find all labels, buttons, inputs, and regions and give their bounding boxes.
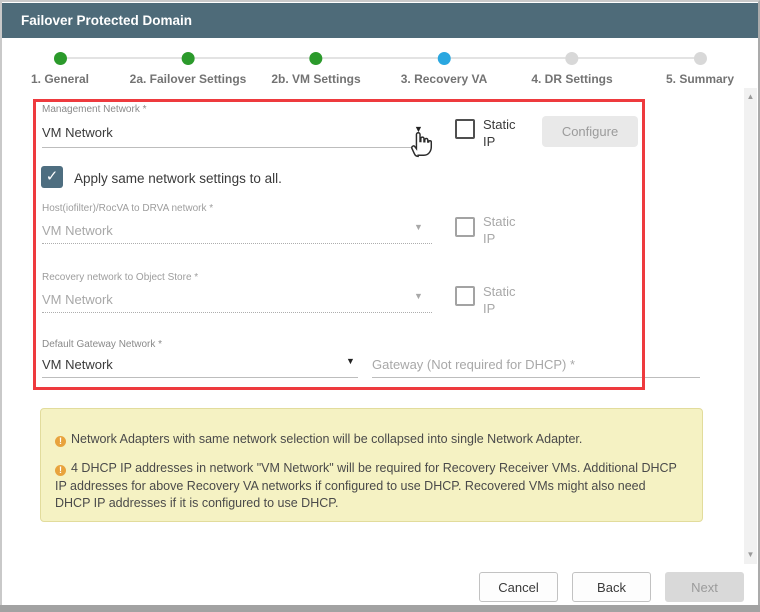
scroll-down-icon[interactable]: ▼ — [744, 548, 757, 562]
static-ip-checkbox-management[interactable] — [455, 119, 475, 139]
configure-button: Configure — [542, 116, 638, 147]
static-ip-label: Static IP — [483, 284, 516, 316]
step-dot-upcoming-icon — [565, 52, 579, 65]
step-label: 1. General — [30, 72, 90, 86]
management-network-underline — [42, 147, 432, 148]
recovery-network-select-disabled: VM Network — [42, 292, 113, 307]
gateway-network-label: Default Gateway Network * — [42, 339, 163, 350]
step-label: 5. Summary — [665, 72, 735, 86]
static-ip-checkbox-host-disabled — [455, 217, 475, 237]
failover-dialog: Failover Protected Domain 1. General 2a.… — [0, 0, 760, 612]
gateway-network-select[interactable]: VM Network — [42, 357, 113, 372]
step-vm-settings[interactable]: 2b. VM Settings — [271, 44, 361, 86]
wizard-stepper: 1. General 2a. Failover Settings 2b. VM … — [0, 44, 743, 90]
dialog-bottom-edge — [0, 605, 760, 612]
step-label: 2a. Failover Settings — [129, 72, 247, 86]
apply-all-label: Apply same network settings to all. — [74, 171, 282, 186]
step-dot-current-icon — [437, 52, 451, 65]
static-ip-label: Static IP — [483, 117, 516, 149]
step-summary: 5. Summary — [666, 44, 734, 86]
dialog-title: Failover Protected Domain — [2, 3, 758, 38]
chevron-down-icon[interactable]: ▼ — [346, 356, 355, 366]
static-ip-label: Static IP — [483, 214, 516, 246]
notice-text: Network Adapters with same network selec… — [71, 432, 583, 446]
step-dr-settings: 4. DR Settings — [531, 44, 613, 86]
warning-icon: ! — [55, 465, 66, 477]
static-ip-checkbox-recovery-disabled — [455, 286, 475, 306]
notice-item: ! 4 DHCP IP addresses in network "VM Netw… — [55, 460, 682, 512]
management-network-select[interactable]: VM Network — [42, 125, 113, 140]
host-network-underline — [42, 243, 432, 244]
apply-all-checkbox[interactable]: ✓ — [41, 166, 63, 188]
warning-icon: ! — [55, 436, 66, 447]
back-button[interactable]: Back — [572, 572, 651, 602]
step-label: 2b. VM Settings — [271, 72, 361, 86]
step-label: 4. DR Settings — [531, 72, 613, 86]
gateway-network-underline — [42, 377, 358, 378]
checkmark-icon: ✓ — [45, 168, 59, 185]
gateway-address-input[interactable] — [372, 352, 700, 376]
notice-item: ! Network Adapters with same network sele… — [55, 431, 682, 448]
notice-text: 4 DHCP IP addresses in network "VM Netwo… — [55, 461, 677, 510]
gateway-input-underline — [372, 377, 700, 378]
step-dot-completed-icon — [181, 52, 195, 65]
host-network-label: Host(iofilter)/RocVA to DRVA network * — [42, 203, 214, 214]
step-label: 3. Recovery VA — [400, 72, 488, 86]
step-failover-settings[interactable]: 2a. Failover Settings — [129, 44, 247, 86]
chevron-down-icon: ▼ — [414, 222, 423, 232]
host-network-select-disabled: VM Network — [42, 223, 113, 238]
step-dot-completed-icon — [309, 52, 323, 65]
chevron-down-icon: ▼ — [414, 291, 423, 301]
step-dot-completed-icon — [53, 52, 67, 65]
management-network-label: Management Network * — [42, 104, 147, 115]
cancel-button[interactable]: Cancel — [479, 572, 558, 602]
vertical-scrollbar[interactable]: ▲ ▼ — [744, 88, 757, 564]
recovery-network-label: Recovery network to Object Store * — [42, 272, 199, 283]
recovery-network-underline — [42, 312, 432, 313]
notice-box: ! Network Adapters with same network sele… — [40, 408, 703, 522]
step-general[interactable]: 1. General — [31, 44, 89, 86]
step-dot-upcoming-icon — [693, 52, 707, 65]
step-recovery-va[interactable]: 3. Recovery VA — [400, 44, 488, 86]
next-button: Next — [665, 572, 744, 602]
scroll-up-icon[interactable]: ▲ — [744, 90, 757, 104]
hand-pointer-cursor-icon — [411, 132, 433, 158]
